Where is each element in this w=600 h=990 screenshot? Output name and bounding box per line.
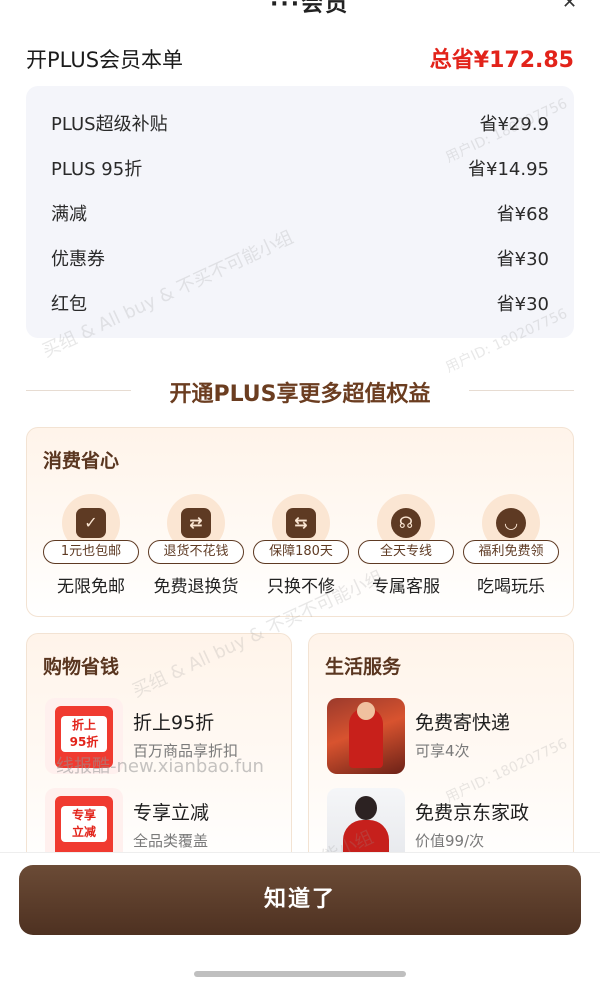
saving-label: PLUS超级补贴: [51, 114, 168, 135]
housekeeper-head: [355, 796, 377, 820]
benefit-name: 免费退换货: [153, 577, 239, 597]
consume-benefits-card: 消费省心 ✓ 1元也包邮 无限免邮 ⇄ 退货不花钱 免费退换货 ⇆ 保障180天…: [26, 427, 574, 617]
total-saving: 总省¥172.85: [429, 48, 574, 73]
site-watermark: 线报酷-new.xianbao.fun: [56, 756, 264, 777]
benefits-section-title: 开通PLUS享更多超值权益: [26, 370, 574, 410]
headset-icon: ☊: [391, 508, 421, 538]
courier-photo: [327, 698, 405, 774]
service-name: 专享立减: [133, 802, 210, 824]
header-fragment-text: ···会员: [270, 0, 350, 17]
shield-swap-icon: ⇆: [286, 508, 316, 538]
home-indicator[interactable]: [194, 971, 406, 977]
saving-label: PLUS 95折: [51, 159, 143, 180]
saving-row: PLUS超级补贴 省¥29.9: [51, 106, 549, 136]
envelope-label: 专享 立减: [61, 806, 107, 842]
savings-header: 开PLUS会员本单 总省¥172.85: [26, 40, 574, 76]
saving-value: 省¥30: [496, 294, 549, 315]
benefit-replace-only[interactable]: ⇆ 保障180天 只换不修: [249, 494, 353, 604]
benefit-tag: 全天专线: [358, 540, 454, 564]
courier-head: [357, 702, 375, 720]
card-title: 消费省心: [43, 450, 120, 472]
confirm-button[interactable]: 知道了: [19, 865, 581, 935]
cup-icon: ◡: [496, 508, 526, 538]
benefit-name: 只换不修: [267, 577, 335, 597]
saving-label: 满减: [51, 204, 87, 225]
savings-breakdown: PLUS超级补贴 省¥29.9 PLUS 95折 省¥14.95 满减 省¥68…: [26, 86, 574, 338]
card-title: 购物省钱: [43, 656, 120, 678]
service-name: 折上95折: [133, 712, 215, 734]
benefit-name: 吃喝玩乐: [477, 577, 545, 597]
saving-row: 优惠券 省¥30: [51, 241, 549, 271]
divider-line: [469, 390, 574, 391]
service-item-free-express[interactable]: 免费寄快递 可享4次: [327, 698, 575, 778]
benefit-free-return[interactable]: ⇄ 退货不花钱 免费退换货: [144, 494, 248, 604]
service-desc: 可享4次: [415, 742, 470, 760]
exchange-bag-icon: ⇄: [181, 508, 211, 538]
close-icon[interactable]: ✕: [562, 0, 577, 13]
benefit-tag: 保障180天: [253, 540, 349, 564]
saving-value: 省¥29.9: [479, 114, 549, 135]
benefit-free-shipping[interactable]: ✓ 1元也包邮 无限免邮: [39, 494, 143, 604]
section-title-text: 开通PLUS享更多超值权益: [169, 382, 431, 407]
saving-row: 满减 省¥68: [51, 196, 549, 226]
service-desc: 价值99/次: [415, 832, 485, 850]
saving-label: 优惠券: [51, 249, 105, 270]
card-title: 生活服务: [325, 656, 402, 678]
benefit-tag: 退货不花钱: [148, 540, 244, 564]
benefit-food-fun[interactable]: ◡ 福利免费领 吃喝玩乐: [459, 494, 563, 604]
benefit-customer-service[interactable]: ☊ 全天专线 专属客服: [354, 494, 458, 604]
saving-value: 省¥30: [496, 249, 549, 270]
saving-row: PLUS 95折 省¥14.95: [51, 151, 549, 181]
benefit-tag: 1元也包邮: [43, 540, 139, 564]
service-name: 免费寄快递: [415, 712, 511, 734]
savings-title: 开PLUS会员本单: [26, 48, 184, 72]
saving-value: 省¥68: [496, 204, 549, 225]
service-name: 免费京东家政: [415, 802, 530, 824]
benefit-name: 无限免邮: [57, 577, 125, 597]
top-header-fragment: ···会员 ✕: [0, 0, 600, 20]
benefit-name: 专属客服: [372, 577, 440, 597]
truck-icon: ✓: [76, 508, 106, 538]
saving-row: 红包 省¥30: [51, 286, 549, 316]
life-services-card: 生活服务 免费寄快递 可享4次 免费京东家政 价值99/次: [308, 633, 574, 873]
red-envelope-icon: 专享 立减: [55, 796, 113, 858]
envelope-label: 折上 95折: [61, 716, 107, 752]
service-desc: 全品类覆盖: [133, 832, 209, 850]
saving-label: 红包: [51, 294, 87, 315]
saving-value: 省¥14.95: [468, 159, 549, 180]
benefit-tag: 福利免费领: [463, 540, 559, 564]
